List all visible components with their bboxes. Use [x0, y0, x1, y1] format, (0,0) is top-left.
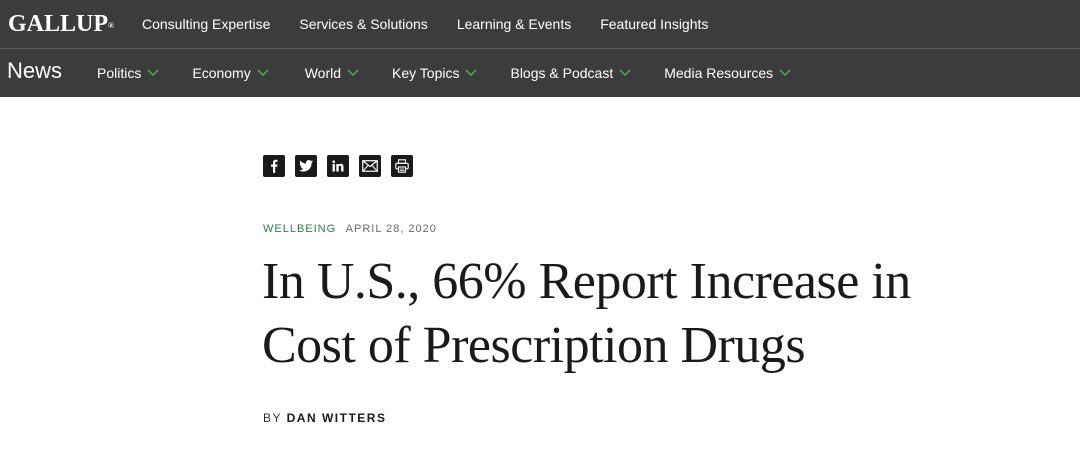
chevron-down-icon — [619, 69, 631, 77]
linkedin-icon — [332, 160, 344, 172]
article-category-link[interactable]: WELLBEING — [263, 223, 336, 235]
nav-key-topics[interactable]: Key Topics — [392, 65, 478, 81]
share-twitter-button[interactable] — [295, 155, 317, 177]
article-date: APRIL 28, 2020 — [345, 223, 437, 235]
top-navigation-bar: GALLUP® Consulting Expertise Services & … — [0, 0, 1080, 48]
share-facebook-button[interactable] — [263, 155, 285, 177]
nav-politics[interactable]: Politics — [97, 65, 159, 81]
chevron-down-icon — [465, 69, 478, 77]
primary-nav: Consulting Expertise Services & Solution… — [142, 0, 737, 48]
logo-registered-mark: ® — [108, 21, 114, 30]
nav-consulting-expertise[interactable]: Consulting Expertise — [142, 16, 270, 32]
byline-prefix: BY — [263, 411, 282, 425]
nav-world-label: World — [304, 65, 342, 81]
nav-blogs-podcast[interactable]: Blogs & Podcast — [510, 65, 631, 81]
nav-world[interactable]: World — [305, 65, 359, 81]
email-icon — [362, 160, 378, 172]
gallup-logo[interactable]: GALLUP® — [8, 10, 114, 38]
chevron-down-icon — [347, 69, 359, 77]
share-email-button[interactable] — [359, 155, 381, 177]
news-nav: Politics Economy World Key Topics Blogs … — [97, 49, 824, 97]
facebook-icon — [271, 159, 278, 173]
nav-media-resources[interactable]: Media Resources — [664, 65, 791, 81]
chevron-down-icon — [257, 69, 269, 77]
article-byline: BY DAN WITTERS — [263, 410, 386, 426]
nav-featured-insights[interactable]: Featured Insights — [600, 16, 708, 32]
nav-blogs-podcast-label: Blogs & Podcast — [510, 65, 614, 81]
twitter-icon — [299, 160, 313, 172]
print-icon — [395, 159, 409, 173]
article-title: In U.S., 66% Report Increase in Cost of … — [262, 253, 911, 374]
nav-services-solutions[interactable]: Services & Solutions — [299, 16, 427, 32]
nav-learning-events[interactable]: Learning & Events — [457, 16, 571, 32]
nav-key-topics-label: Key Topics — [392, 65, 460, 81]
share-toolbar — [263, 155, 423, 177]
nav-economy-label: Economy — [192, 65, 251, 81]
chevron-down-icon — [147, 69, 159, 77]
news-navigation-bar: News Politics Economy World Key Topics B… — [0, 49, 1080, 97]
author-link[interactable]: DAN WITTERS — [287, 411, 387, 425]
chevron-down-icon — [779, 69, 791, 77]
nav-economy[interactable]: Economy — [192, 65, 269, 81]
nav-media-resources-label: Media Resources — [664, 65, 774, 81]
print-button[interactable] — [391, 155, 413, 177]
logo-text: GALLUP — [8, 11, 109, 37]
share-linkedin-button[interactable] — [327, 155, 349, 177]
section-title-news[interactable]: News — [7, 58, 62, 84]
nav-politics-label: Politics — [97, 65, 142, 81]
article-meta: WELLBEING APRIL 28, 2020 — [263, 222, 437, 236]
